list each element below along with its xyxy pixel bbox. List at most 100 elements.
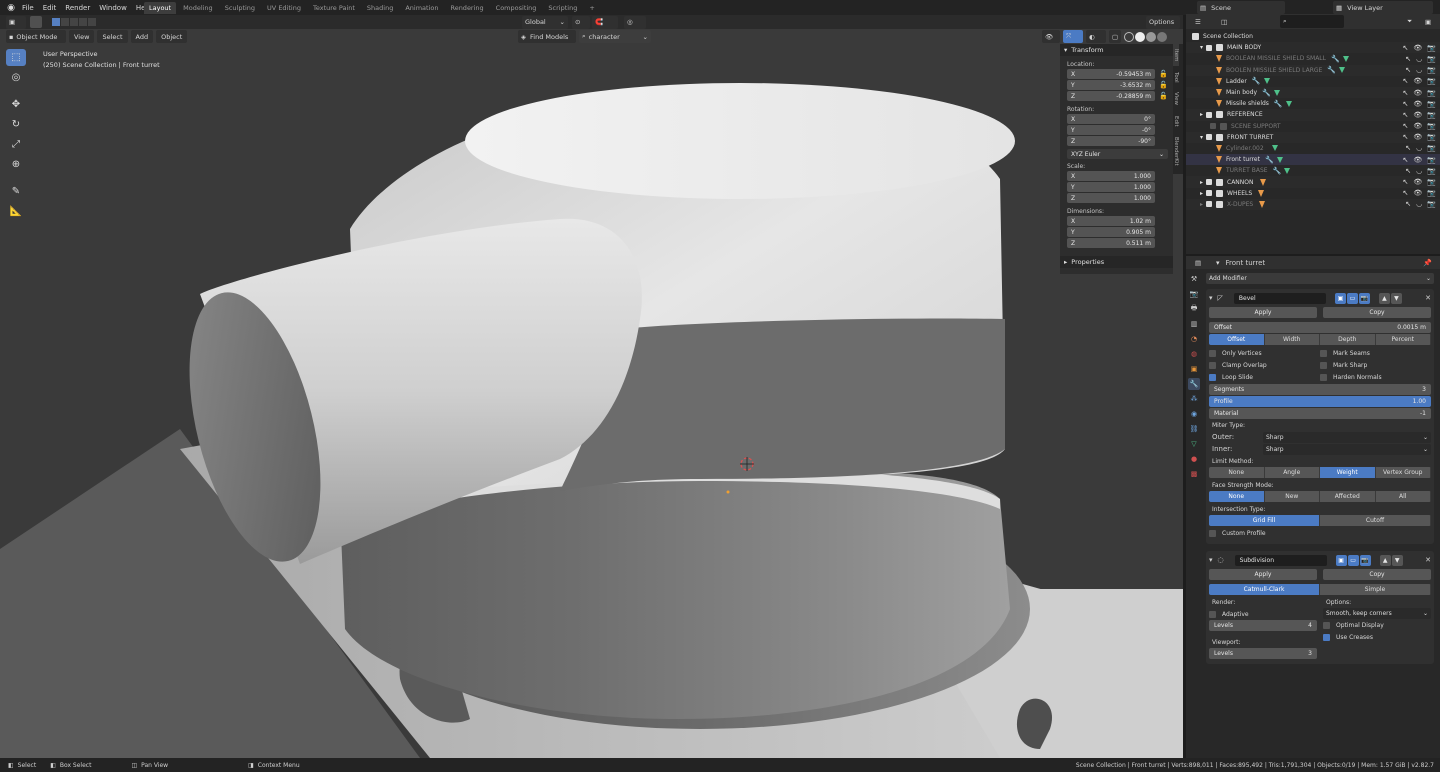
- select-arrow-icon[interactable]: ↖: [1403, 189, 1409, 197]
- move-down-icon[interactable]: ▼: [1391, 554, 1403, 566]
- select-menu[interactable]: Select: [97, 30, 128, 43]
- eye-icon[interactable]: 👁: [1413, 111, 1422, 119]
- modifier-tab-icon[interactable]: 🔧: [1188, 378, 1200, 390]
- tab-sculpting[interactable]: Sculpting: [220, 2, 260, 14]
- move-up-icon[interactable]: ▲: [1379, 554, 1391, 566]
- editor-type-button[interactable]: ▣: [6, 15, 26, 29]
- select-arrow-icon[interactable]: ↖: [1403, 100, 1409, 108]
- options-button[interactable]: Options: [1146, 15, 1180, 29]
- measure-tool-icon[interactable]: 📐: [6, 203, 26, 220]
- properties-editor-type[interactable]: ▤: [1192, 256, 1210, 269]
- camera-icon[interactable]: 📷: [1427, 111, 1436, 119]
- type-simple[interactable]: Simple: [1320, 584, 1431, 595]
- material-shading-icon[interactable]: [1146, 31, 1156, 42]
- outliner-scene-collection[interactable]: Scene Collection: [1186, 31, 1440, 42]
- only-vertices-checkbox[interactable]: Only Vertices: [1209, 347, 1320, 359]
- camera-icon[interactable]: 📷: [1427, 122, 1436, 130]
- outliner-row-boolean-large[interactable]: BOOLEN MISSILE SHIELD LARGE 🔧 ↖ ◡ 📷: [1186, 64, 1440, 76]
- dimensions-x-field[interactable]: X 1.02 m: [1067, 216, 1155, 226]
- mark-seams-checkbox[interactable]: Mark Seams: [1320, 347, 1431, 359]
- outliner-row-wheels[interactable]: ▸ WHEELS ↖ 👁 📷: [1186, 188, 1440, 199]
- world-tab-icon[interactable]: ◍: [1188, 348, 1200, 360]
- uv-smooth-dropdown[interactable]: Smooth, keep corners ⌄: [1323, 608, 1431, 619]
- subdivision-apply-button[interactable]: Apply: [1209, 569, 1317, 580]
- menu-render[interactable]: Render: [65, 4, 90, 12]
- object-origin-icon[interactable]: [726, 490, 730, 494]
- add-workspace-button[interactable]: +: [584, 2, 599, 14]
- outliner-row-main-body-mesh[interactable]: Main body 🔧 ↖ 👁 📷: [1186, 86, 1440, 99]
- rendered-shading-icon[interactable]: [1157, 31, 1167, 42]
- camera-icon[interactable]: 📷: [1427, 77, 1436, 85]
- editmode-toggle-icon[interactable]: ▣: [1335, 554, 1347, 566]
- select-mode-buttons[interactable]: [52, 18, 96, 26]
- width-type-offset[interactable]: Offset: [1209, 334, 1265, 345]
- select-arrow-icon[interactable]: ↖: [1403, 111, 1409, 119]
- move-up-icon[interactable]: ▲: [1378, 292, 1390, 304]
- adaptive-checkbox[interactable]: Adaptive: [1209, 608, 1317, 620]
- face-strength-all[interactable]: All: [1375, 491, 1431, 502]
- checkbox-icon[interactable]: [1206, 134, 1213, 141]
- checkbox-icon[interactable]: [1206, 44, 1213, 51]
- collapse-arrow-icon[interactable]: ▾: [1209, 556, 1213, 564]
- camera-icon[interactable]: 📷: [1427, 200, 1436, 208]
- eye-icon[interactable]: 👁: [1413, 77, 1422, 85]
- select-arrow-icon[interactable]: ↖: [1405, 167, 1411, 175]
- lock-icon[interactable]: 🔓: [1159, 81, 1168, 89]
- new-collection-icon[interactable]: ▣: [1422, 15, 1436, 28]
- tab-uv-editing[interactable]: UV Editing: [262, 2, 306, 14]
- material-tab-icon[interactable]: ●: [1188, 453, 1200, 465]
- texture-tab-icon[interactable]: ▩: [1188, 468, 1200, 480]
- select-arrow-icon[interactable]: ↖: [1403, 44, 1409, 52]
- snap-toggle[interactable]: 🧲: [592, 15, 618, 29]
- filter-icon[interactable]: ⏷: [1404, 15, 1418, 28]
- subdivision-copy-button[interactable]: Copy: [1323, 569, 1431, 580]
- proportional-toggle[interactable]: ◎: [624, 15, 646, 29]
- use-creases-checkbox[interactable]: Use Creases: [1323, 631, 1431, 643]
- visibility-toggle[interactable]: 👁: [1042, 30, 1060, 43]
- cursor-tool-icon[interactable]: ◎: [6, 69, 26, 86]
- gizmo-toggle[interactable]: ⤧: [1063, 30, 1083, 43]
- view-layer-tab-icon[interactable]: ▥: [1188, 318, 1200, 330]
- editmode-toggle-icon[interactable]: ▣: [1334, 292, 1346, 304]
- view-menu[interactable]: View: [69, 30, 95, 43]
- sidebar-tab-tool[interactable]: Tool: [1173, 66, 1179, 88]
- tab-animation[interactable]: Animation: [400, 2, 443, 14]
- shading-modes[interactable]: [1124, 31, 1167, 42]
- tab-scripting[interactable]: Scripting: [543, 2, 582, 14]
- properties-panel-header[interactable]: ▸ Properties: [1060, 256, 1173, 268]
- object-tab-icon[interactable]: ▣: [1188, 363, 1200, 375]
- checkbox-icon[interactable]: [1206, 179, 1213, 186]
- rotation-y-field[interactable]: Y -0°: [1067, 125, 1155, 135]
- tab-rendering[interactable]: Rendering: [445, 2, 488, 14]
- eye-icon[interactable]: 👁: [1413, 189, 1422, 197]
- eye-closed-icon[interactable]: ◡: [1416, 66, 1422, 74]
- rotation-x-field[interactable]: X 0°: [1067, 114, 1155, 124]
- transform-panel-header[interactable]: ▾ Transform: [1060, 44, 1173, 56]
- xray-toggle[interactable]: ▢: [1109, 30, 1121, 43]
- limit-angle[interactable]: Angle: [1264, 467, 1320, 478]
- eye-icon[interactable]: 👁: [1413, 100, 1422, 108]
- eye-icon[interactable]: 👁: [1413, 133, 1422, 141]
- close-icon[interactable]: ✕: [1425, 556, 1431, 564]
- overlays-toggle[interactable]: ◐: [1086, 30, 1106, 43]
- camera-icon[interactable]: 📷: [1427, 167, 1436, 175]
- camera-icon[interactable]: 📷: [1427, 189, 1436, 197]
- select-arrow-icon[interactable]: ↖: [1405, 144, 1411, 152]
- collapse-arrow-icon[interactable]: ▾: [1209, 294, 1213, 302]
- view-layer-selector[interactable]: ▦ View Layer: [1333, 1, 1433, 14]
- tab-compositing[interactable]: Compositing: [491, 2, 542, 14]
- find-models-button[interactable]: ◈ Find Models: [518, 30, 576, 43]
- select-arrow-icon[interactable]: ↖: [1403, 156, 1409, 164]
- add-modifier-dropdown[interactable]: Add Modifier ⌄: [1206, 273, 1434, 284]
- select-tool-icon[interactable]: [30, 16, 42, 28]
- viewport-levels-field[interactable]: Levels 3: [1209, 648, 1317, 659]
- outliner-row-ladder[interactable]: Ladder 🔧 ↖ 👁 📷: [1186, 76, 1440, 87]
- checkbox-icon[interactable]: [1210, 123, 1216, 130]
- limit-vertex-group[interactable]: Vertex Group: [1375, 467, 1431, 478]
- tab-modeling[interactable]: Modeling: [178, 2, 218, 14]
- select-arrow-icon[interactable]: ↖: [1403, 122, 1409, 130]
- orientation-dropdown[interactable]: Global ⌄: [522, 15, 568, 29]
- type-catmull-clark[interactable]: Catmull-Clark: [1209, 584, 1320, 595]
- eye-icon[interactable]: 👁: [1413, 178, 1422, 186]
- camera-icon[interactable]: 📷: [1427, 44, 1436, 52]
